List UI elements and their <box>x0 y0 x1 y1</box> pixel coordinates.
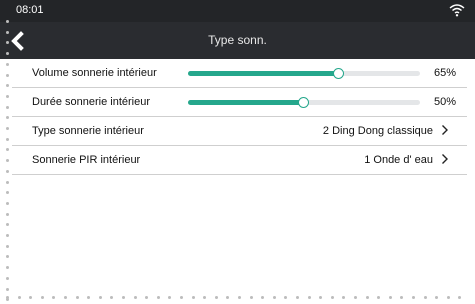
border-dot <box>226 296 230 299</box>
setting-label: Durée sonnerie intérieur <box>32 96 151 108</box>
border-dot <box>110 296 114 299</box>
border-dot <box>238 296 241 299</box>
border-dot <box>365 296 369 299</box>
status-time: 08:01 <box>16 4 44 16</box>
border-dot <box>17 296 21 299</box>
border-dot <box>342 296 346 299</box>
border-dot <box>284 296 288 299</box>
border-dot <box>6 105 9 109</box>
setting-label: Sonnerie PIR intérieur <box>32 154 141 166</box>
setting-label: Volume sonnerie intérieur <box>32 67 157 79</box>
setting-row-ring-type[interactable]: Type sonnerie intérieur 2 Ding Dong clas… <box>12 117 467 146</box>
duration-slider[interactable] <box>188 97 420 108</box>
border-dot <box>261 296 265 299</box>
setting-row-pir-ring[interactable]: Sonnerie PIR intérieur 1 Onde d' eau <box>12 146 467 175</box>
border-dot <box>75 296 79 299</box>
border-dot <box>6 180 9 184</box>
chevron-right-icon <box>442 154 448 164</box>
border-dot <box>6 94 9 98</box>
border-dot <box>377 296 381 299</box>
setting-row-volume: Volume sonnerie intérieur 65% <box>12 59 467 88</box>
border-dot <box>458 296 462 299</box>
border-dot <box>180 296 183 299</box>
border-dot <box>6 255 9 259</box>
border-dot <box>6 137 9 141</box>
border-dot <box>400 296 404 299</box>
border-dot <box>6 159 9 163</box>
border-dot <box>6 234 9 237</box>
border-dot <box>6 287 9 291</box>
slider-thumb[interactable] <box>298 97 309 108</box>
border-dot <box>6 201 9 205</box>
border-dot <box>168 296 172 299</box>
status-bar: 08:01 <box>0 0 475 22</box>
border-dot <box>354 296 357 299</box>
border-dot <box>423 296 427 299</box>
border-dot <box>191 296 195 299</box>
border-dot <box>446 296 450 299</box>
wifi-icon <box>449 4 465 17</box>
border-dot <box>122 296 125 299</box>
border-dot <box>307 296 311 299</box>
border-dot <box>319 296 323 299</box>
slider-fill <box>188 71 339 76</box>
settings-list: Volume sonnerie intérieur 65% Durée sonn… <box>12 59 467 175</box>
border-dot <box>6 191 9 195</box>
border-dot <box>330 296 334 299</box>
border-dot <box>412 296 415 299</box>
border-dot <box>6 148 9 152</box>
title-bar: Type sonn. <box>0 22 475 59</box>
page-title: Type sonn. <box>208 33 267 47</box>
border-dot <box>6 244 9 248</box>
border-dot <box>133 296 137 299</box>
slider-thumb[interactable] <box>332 68 344 79</box>
border-dot <box>6 169 9 173</box>
border-dot <box>6 116 9 120</box>
border-dot <box>272 296 276 299</box>
border-dot <box>156 296 160 299</box>
border-dot <box>6 73 9 77</box>
border-dot <box>98 296 102 299</box>
border-dot <box>52 296 56 299</box>
setting-value: 2 Ding Dong classique <box>322 125 433 137</box>
border-dot <box>6 276 9 280</box>
volume-slider[interactable] <box>188 68 420 79</box>
setting-value: 50% <box>433 96 456 108</box>
border-dot <box>40 296 44 299</box>
slider-fill <box>188 100 304 105</box>
border-dot <box>6 62 9 66</box>
border-dot <box>388 296 392 299</box>
setting-row-duration: Durée sonnerie intérieur 50% <box>12 88 467 117</box>
border-dot <box>87 296 91 299</box>
border-dot <box>64 296 67 299</box>
border-dot <box>203 296 207 299</box>
setting-value: 65% <box>433 67 456 79</box>
border-dot <box>435 296 439 299</box>
setting-value: 1 Onde d' eau <box>364 154 433 166</box>
chevron-right-icon <box>442 125 448 135</box>
border-dot <box>6 223 9 227</box>
border-dot <box>6 212 9 216</box>
border-dot <box>6 296 9 299</box>
border-dot <box>249 296 253 299</box>
setting-label: Type sonnerie intérieur <box>32 125 144 137</box>
border-dot <box>214 296 218 299</box>
border-dot <box>6 127 9 130</box>
border-dot <box>296 296 299 299</box>
border-dot <box>6 30 9 34</box>
border-dot <box>6 84 9 88</box>
border-dot <box>6 20 9 23</box>
border-dot <box>29 296 33 299</box>
border-dot <box>145 296 149 299</box>
border-dot <box>6 266 9 270</box>
